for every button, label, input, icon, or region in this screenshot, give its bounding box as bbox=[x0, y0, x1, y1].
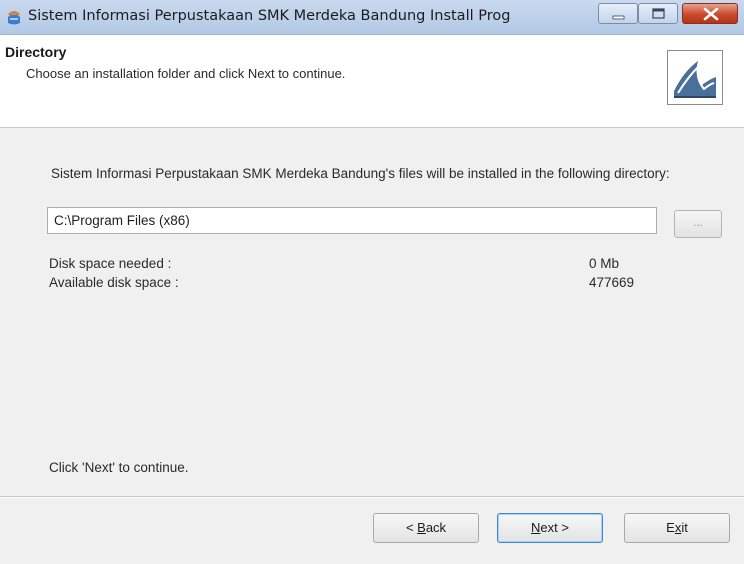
wizard-header: Directory Choose an installation folder … bbox=[0, 35, 744, 128]
exit-label-rest: it bbox=[681, 520, 688, 535]
disk-space-needed-value: 0 Mb bbox=[589, 256, 620, 271]
back-label-mnemonic: B bbox=[417, 520, 426, 535]
back-button[interactable]: < Back bbox=[373, 513, 479, 543]
page-subtitle: Choose an installation folder and click … bbox=[26, 66, 346, 81]
window-title: Sistem Informasi Perpustakaan SMK Merdek… bbox=[28, 8, 511, 24]
footer-divider bbox=[0, 496, 744, 498]
back-label-prefix: < bbox=[405, 520, 418, 535]
available-disk-space-label: Available disk space : bbox=[49, 275, 179, 290]
next-label-mnemonic: N bbox=[531, 520, 541, 535]
next-label-rest: ext > bbox=[540, 520, 569, 535]
page-title: Directory bbox=[5, 44, 67, 60]
installer-app-icon bbox=[6, 8, 22, 26]
close-icon bbox=[703, 7, 719, 21]
close-button[interactable] bbox=[682, 3, 738, 24]
minimize-icon bbox=[612, 15, 625, 20]
installer-logo-icon bbox=[667, 50, 723, 105]
title-bar[interactable]: Sistem Informasi Perpustakaan SMK Merdek… bbox=[0, 0, 744, 35]
exit-label-prefix: E bbox=[666, 520, 675, 535]
directory-input[interactable] bbox=[47, 207, 657, 234]
maximize-button[interactable] bbox=[638, 3, 678, 24]
disk-space-needed-label: Disk space needed : bbox=[49, 256, 172, 271]
back-label-rest: ack bbox=[425, 520, 447, 535]
maximize-icon bbox=[652, 8, 665, 19]
available-disk-space-value: 477669 bbox=[589, 275, 635, 290]
minimize-button[interactable] bbox=[598, 3, 638, 24]
install-description: Sistem Informasi Perpustakaan SMK Merdek… bbox=[51, 166, 670, 181]
browse-button[interactable]: ... bbox=[674, 210, 722, 238]
exit-button[interactable]: Exit bbox=[624, 513, 730, 543]
next-button[interactable]: Next > bbox=[497, 513, 603, 543]
installer-window: Sistem Informasi Perpustakaan SMK Merdek… bbox=[0, 0, 744, 564]
continue-note: Click 'Next' to continue. bbox=[49, 460, 189, 475]
